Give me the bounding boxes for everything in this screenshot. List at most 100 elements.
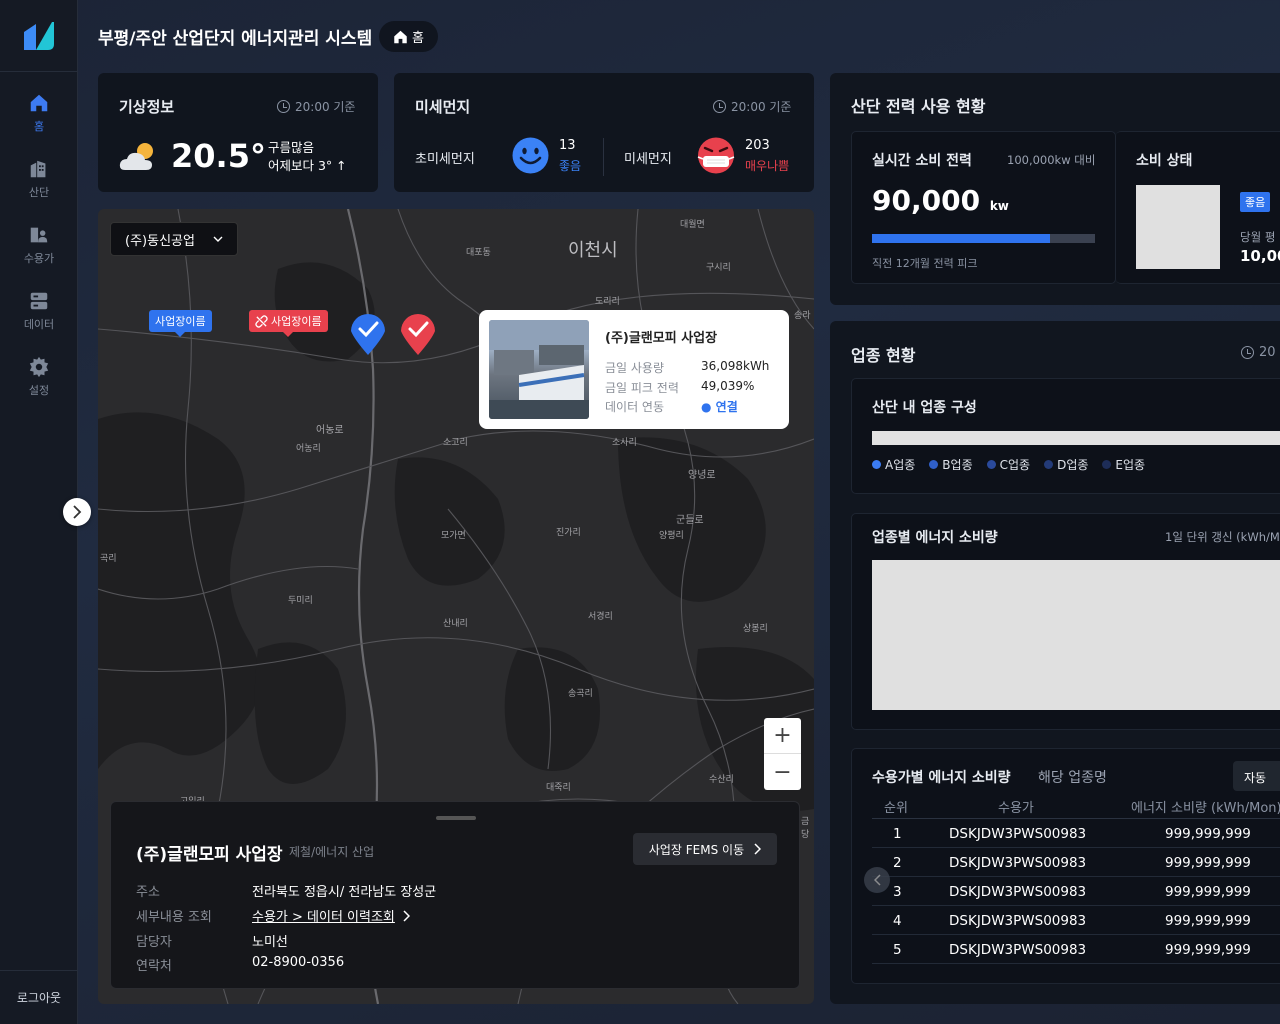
popup-connection-label: 연결 xyxy=(715,400,738,414)
detail-link-label: 수용가 > 데이터 이력조회 xyxy=(252,910,395,925)
map-place-label: 구시리 xyxy=(706,263,731,273)
row-energy: 999,999,999 xyxy=(1165,855,1251,871)
user-group-icon xyxy=(30,227,48,243)
realtime-power-value: 90,000 kw xyxy=(872,184,1009,217)
sidebar-item-data[interactable]: 데이터 xyxy=(0,290,78,346)
map-place-label: 두미리 xyxy=(288,596,313,606)
sidebar-item-settings[interactable]: 설정 xyxy=(0,356,78,412)
map-marker-check-blue[interactable] xyxy=(348,309,388,357)
consumption-status-title: 소비 상태 xyxy=(1136,153,1193,169)
site-pin-tag-alert[interactable]: 사업장이름 xyxy=(249,310,328,337)
sidebar-item-industrial-complex[interactable]: 산단 xyxy=(0,158,78,214)
legend-dot xyxy=(986,460,996,469)
map-place-label: 군들로 xyxy=(676,515,704,526)
weather-title: 기상정보 xyxy=(119,98,175,116)
table-prev-button[interactable] xyxy=(864,867,890,893)
home-button[interactable]: 홈 xyxy=(379,21,438,52)
map-view[interactable]: 이천시 대포동 대월면 구시리 도리리 송라 어농로 어농리 소고리 소사리 양… xyxy=(98,209,814,1004)
page-title: 부평/주안 산업단지 에너지관리 시스템 xyxy=(98,29,373,49)
table-row[interactable]: 3 DSKJDW3PWS00983 999,999,999 xyxy=(872,877,1280,906)
popup-row-value: 36,098kWh xyxy=(701,359,770,373)
row-consumer: DSKJDW3PWS00983 xyxy=(949,884,1087,900)
weather-time: 20:00 기준 xyxy=(277,98,355,115)
realtime-power-progress xyxy=(872,234,1095,243)
sidebar-item-home[interactable]: 홈 xyxy=(0,92,78,148)
industry-energy-title: 업종별 에너지 소비량 xyxy=(872,530,998,546)
site-fems-button[interactable]: 사업장 FEMS 이동 xyxy=(633,833,777,865)
row-rank: 3 xyxy=(893,884,902,900)
legend-dot xyxy=(1044,460,1054,469)
auto-select[interactable]: 자동 xyxy=(1233,761,1280,791)
map-place-label: 대포동 xyxy=(466,248,491,258)
detail-link[interactable]: 수용가 > 데이터 이력조회 xyxy=(252,906,410,925)
consumer-table-header: 순위 수용가 에너지 소비량 (kWh/Mon) xyxy=(872,790,1280,819)
power-usage-title: 산단 전력 사용 현황 xyxy=(851,97,986,116)
legend-dot xyxy=(929,460,939,469)
legend-label: B업종 xyxy=(942,458,973,472)
map-place-label: 곡리 xyxy=(100,554,117,564)
ultrafine-dust-status: 좋음 xyxy=(559,159,582,173)
legend-label: A업종 xyxy=(885,458,916,472)
realtime-power-number: 90,000 xyxy=(872,184,981,217)
site-select-dropdown[interactable]: (주)동신공업 xyxy=(110,222,238,256)
fine-dust-value: 203 xyxy=(745,138,770,153)
logout-button[interactable]: 로그아웃 xyxy=(0,989,78,1006)
row-consumer: DSKJDW3PWS00983 xyxy=(949,942,1087,958)
industry-composition-bar xyxy=(872,431,1280,445)
zoom-out-button[interactable]: − xyxy=(764,754,801,790)
monthly-avg-label: 당월 평 xyxy=(1240,230,1276,244)
app-logo[interactable] xyxy=(22,20,56,52)
building-icon xyxy=(30,160,46,178)
clock-icon xyxy=(1241,346,1254,359)
panel-drag-handle[interactable] xyxy=(436,816,476,820)
popup-row-key: 금일 피크 전력 xyxy=(605,381,679,395)
row-rank: 2 xyxy=(893,855,902,871)
fine-dust-status: 매우나쁨 xyxy=(745,159,790,173)
popup-row-key: 데이터 연동 xyxy=(605,400,665,414)
map-marker-check-red[interactable] xyxy=(398,309,438,357)
sidebar-expand-button[interactable] xyxy=(63,498,91,526)
map-place-label: 대죽리 xyxy=(546,783,571,793)
legend-item: C업종 xyxy=(986,456,1030,473)
sidebar-item-consumer[interactable]: 수용가 xyxy=(0,224,78,280)
table-row[interactable]: 2 DSKJDW3PWS00983 999,999,999 xyxy=(872,848,1280,877)
row-energy: 999,999,999 xyxy=(1165,826,1251,842)
masked-face-icon xyxy=(697,137,735,174)
legend-item: D업종 xyxy=(1044,456,1088,473)
status-badge: 좋음 xyxy=(1240,192,1271,212)
ultrafine-dust-label: 초미세먼지 xyxy=(415,152,475,167)
legend-item: E업종 xyxy=(1102,456,1145,473)
home-icon xyxy=(394,30,407,43)
sidebar-item-label: 설정 xyxy=(28,384,50,397)
chevron-right-icon xyxy=(403,909,410,922)
fine-dust-card xyxy=(394,73,814,192)
site-pin-tag[interactable]: 사업장이름 xyxy=(149,310,212,337)
map-place-label: 양녕로 xyxy=(688,470,716,481)
home-button-label: 홈 xyxy=(412,31,424,46)
column-header-energy: 에너지 소비량 (kWh/Mon) xyxy=(1131,801,1280,816)
map-place-label: 서경리 xyxy=(588,612,613,622)
map-city-label: 이천시 xyxy=(568,240,618,261)
map-place-label: 송라 xyxy=(794,311,811,321)
site-popup[interactable]: (주)글랜모피 사업장 금일 사용량 36,098kWh 금일 피크 전력 49… xyxy=(479,310,789,429)
site-fems-button-label: 사업장 FEMS 이동 xyxy=(648,842,745,857)
site-info-panel: (주)글랜모피 사업장 제철/에너지 산업 사업장 FEMS 이동 주소 전라북… xyxy=(110,801,800,989)
map-place-label: 산내리 xyxy=(443,619,468,629)
fine-dust-time: 20:00 기준 xyxy=(713,98,791,115)
smile-face-icon xyxy=(512,137,549,174)
table-row[interactable]: 5 DSKJDW3PWS00983 999,999,999 xyxy=(872,935,1280,964)
field-key: 세부내용 조회 xyxy=(136,910,212,925)
monthly-avg-value: 10,00 xyxy=(1240,247,1280,265)
map-place-label: 양평리 xyxy=(659,531,684,541)
map-place-label: 도리리 xyxy=(595,297,620,307)
row-consumer: DSKJDW3PWS00983 xyxy=(949,855,1087,871)
sidebar-item-label: 수용가 xyxy=(23,252,55,265)
row-consumer: DSKJDW3PWS00983 xyxy=(949,826,1087,842)
map-place-label: 소사리 xyxy=(612,438,637,448)
zoom-in-button[interactable]: + xyxy=(764,718,801,754)
table-row[interactable]: 4 DSKJDW3PWS00983 999,999,999 xyxy=(872,906,1280,935)
weather-description: 구름많음 어제보다 3° ↑ xyxy=(268,139,347,175)
map-place-label: 대월면 xyxy=(680,220,705,230)
fine-dust-label: 미세먼지 xyxy=(624,152,672,167)
table-row[interactable]: 1 DSKJDW3PWS00983 999,999,999 xyxy=(872,819,1280,848)
